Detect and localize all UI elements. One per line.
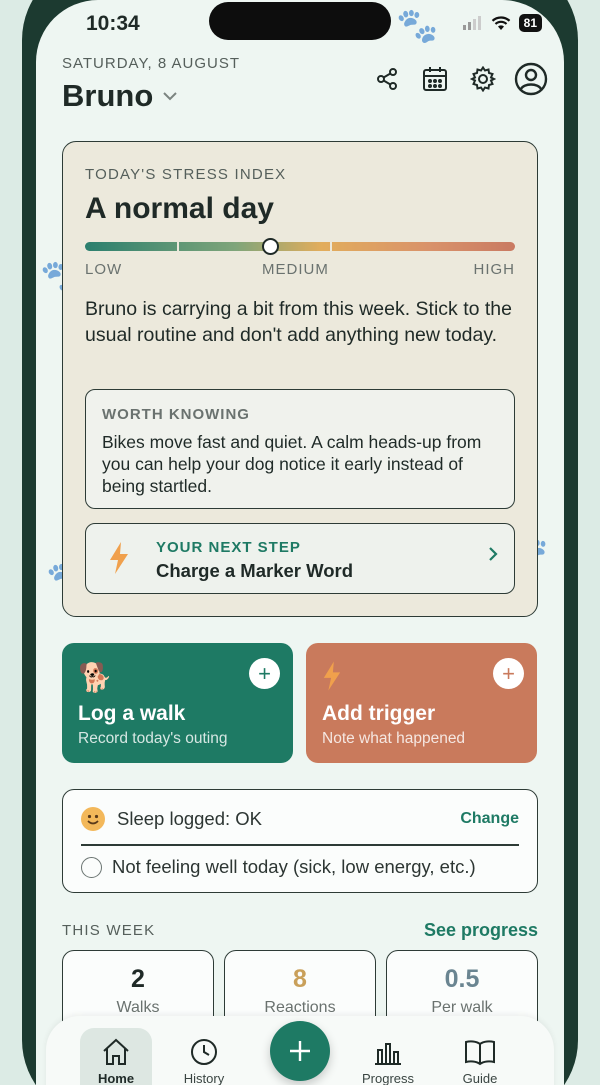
stat-label: Walks [116, 999, 160, 1016]
stat-value: 8 [293, 965, 307, 993]
divider [81, 844, 519, 846]
tab-history[interactable]: History [168, 1016, 240, 1085]
smiley-face-icon [81, 807, 105, 831]
dynamic-island [209, 2, 391, 40]
stat-label: Per walk [431, 999, 493, 1016]
tab-label: History [183, 1071, 225, 1085]
lightning-icon [110, 542, 128, 574]
worth-knowing-text: Bikes move fast and quiet. A calm heads-… [102, 432, 482, 496]
unwell-radio[interactable] [81, 856, 102, 878]
log-walk-subtitle: Record today's outing [78, 730, 228, 747]
sleep-row: Sleep logged: OK Change [81, 805, 519, 833]
lightning-icon [323, 661, 341, 691]
next-step-title: Charge a Marker Word [156, 560, 354, 581]
signal-icon [462, 16, 481, 30]
add-trigger-subtitle: Note what happened [322, 730, 466, 747]
chevron-down-icon [163, 91, 177, 100]
stress-index-label: TODAY'S STRESS INDEX [85, 166, 287, 183]
battery-icon: 81 [518, 14, 542, 32]
add-trigger-button[interactable]: + Add trigger Note what happened [306, 643, 537, 763]
scale-medium-label: MEDIUM [262, 261, 329, 278]
status-time: 10:34 [86, 12, 140, 35]
status-icons: 81 [462, 14, 542, 32]
stat-label: Reactions [264, 999, 336, 1016]
tab-home[interactable]: Home [80, 1028, 152, 1085]
screen: 🐾 🐾 🐾 🐾 🐾 10:34 81 SATURDAY, 8 AUGUST Br… [36, 0, 564, 1085]
tab-label: Guide [462, 1071, 498, 1085]
scale-high-label: HIGH [473, 261, 515, 278]
add-trigger-title: Add trigger [322, 702, 436, 725]
stress-index-card: TODAY'S STRESS INDEX A normal day LOW ME… [62, 141, 538, 617]
worth-knowing-box: WORTH KNOWING Bikes move fast and quiet.… [85, 389, 515, 509]
add-fab-button[interactable] [270, 1021, 330, 1081]
stress-index-title: A normal day [85, 192, 274, 225]
stress-level-marker [261, 238, 279, 255]
worth-knowing-label: WORTH KNOWING [102, 406, 250, 423]
plus-icon: + [493, 658, 524, 689]
share-icon[interactable] [370, 62, 404, 96]
wifi-icon [491, 15, 510, 30]
top-icons [370, 62, 548, 96]
clock-icon [191, 1039, 217, 1065]
change-sleep-button[interactable]: Change [460, 810, 519, 828]
tab-label: Progress [361, 1071, 415, 1085]
next-step-button[interactable]: YOUR NEXT STEP Charge a Marker Word [85, 523, 515, 594]
sleep-status-text: Sleep logged: OK [117, 808, 263, 829]
book-icon [465, 1040, 495, 1066]
date-label: SATURDAY, 8 AUGUST [62, 55, 241, 72]
calendar-icon[interactable] [418, 62, 452, 96]
stress-scale-bar [85, 238, 515, 255]
dog-name: Bruno [62, 78, 154, 113]
next-step-label: YOUR NEXT STEP [156, 539, 301, 556]
stress-description: Bruno is carrying a bit from this week. … [85, 298, 513, 346]
plus-icon [290, 1041, 310, 1061]
stat-value: 0.5 [444, 965, 480, 993]
tab-guide[interactable]: Guide [444, 1016, 516, 1085]
gear-icon[interactable] [466, 62, 500, 96]
see-progress-link[interactable]: See progress [424, 920, 538, 941]
stat-value: 2 [131, 965, 145, 993]
this-week-label: THIS WEEK [62, 922, 156, 939]
scale-low-label: LOW [85, 261, 123, 278]
unwell-checkbox-row[interactable]: Not feeling well today (sick, low energy… [81, 856, 476, 878]
plus-icon: + [249, 658, 280, 689]
dog-selector[interactable]: Bruno [62, 78, 177, 114]
tab-label: Home [97, 1071, 135, 1085]
dog-icon: 🐕 [78, 662, 113, 693]
home-icon [103, 1038, 129, 1065]
tab-progress[interactable]: Progress [352, 1016, 424, 1085]
log-walk-button[interactable]: 🐕 + Log a walk Record today's outing [62, 643, 293, 763]
bar-chart-icon [375, 1043, 401, 1065]
log-walk-title: Log a walk [78, 702, 186, 725]
wellbeing-card: Sleep logged: OK Change Not feeling well… [62, 789, 538, 893]
unwell-label: Not feeling well today (sick, low energy… [112, 856, 476, 877]
account-icon[interactable] [514, 62, 548, 96]
chevron-right-icon [489, 547, 498, 561]
